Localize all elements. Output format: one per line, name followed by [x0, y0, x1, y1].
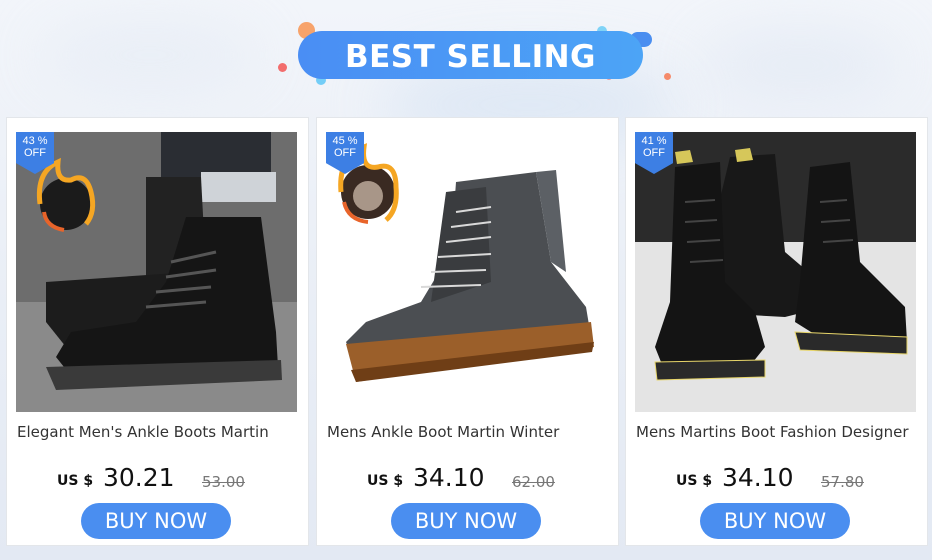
price-row: US $ 34.10 57.80 [626, 463, 929, 497]
original-price: 57.80 [821, 473, 864, 491]
product-title[interactable]: Elegant Men's Ankle Boots Martin [17, 423, 303, 441]
current-price: 34.10 [722, 463, 794, 492]
product-image[interactable] [326, 132, 607, 412]
price-row: US $ 30.21 53.00 [7, 463, 310, 497]
buy-now-button[interactable]: BUY NOW [81, 503, 231, 539]
product-image[interactable] [16, 132, 297, 412]
buy-now-button[interactable]: BUY NOW [700, 503, 850, 539]
current-price: 30.21 [103, 463, 175, 492]
currency-label: US $ [57, 473, 94, 489]
boot-photo [16, 132, 297, 412]
product-card[interactable]: 43 % OFF Elegant Men's Ankle Boots Marti… [6, 117, 309, 546]
background-wash [40, 20, 260, 90]
original-price: 62.00 [512, 473, 555, 491]
best-selling-page: BEST SELLING 43 % OFF Elegant Men's Ankl… [0, 0, 932, 560]
current-price: 34.10 [413, 463, 485, 492]
discount-percent: 43 % [22, 135, 48, 147]
product-card[interactable]: 41 % OFF Mens Martins Boot Fashion Desig… [625, 117, 928, 546]
background-wash [700, 30, 900, 100]
banner-title: BEST SELLING [344, 39, 596, 75]
original-price: 53.00 [202, 473, 245, 491]
discount-off-label: OFF [643, 147, 665, 159]
product-title[interactable]: Mens Ankle Boot Martin Winter [327, 423, 613, 441]
decor-dot [664, 73, 671, 80]
currency-label: US $ [676, 473, 713, 489]
discount-percent: 45 % [332, 135, 358, 147]
buy-now-button[interactable]: BUY NOW [391, 503, 541, 539]
boot-photo [326, 132, 607, 412]
discount-percent: 41 % [641, 135, 667, 147]
discount-off-label: OFF [334, 147, 356, 159]
boot-photo [635, 132, 916, 412]
product-image[interactable] [635, 132, 916, 412]
price-row: US $ 34.10 62.00 [317, 463, 620, 497]
decor-dot [278, 63, 287, 72]
product-title[interactable]: Mens Martins Boot Fashion Designer [636, 423, 922, 441]
product-card[interactable]: 45 % OFF Mens Ankle Boot Martin Winter U… [316, 117, 619, 546]
discount-off-label: OFF [24, 147, 46, 159]
currency-label: US $ [367, 473, 404, 489]
